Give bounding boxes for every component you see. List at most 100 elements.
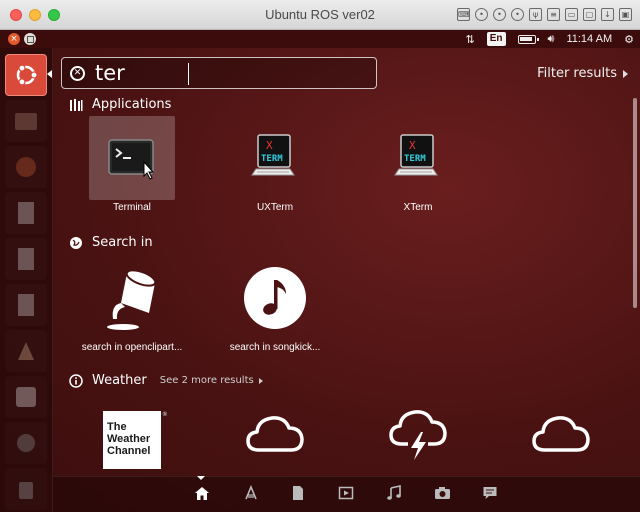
category-title: Weather [92,373,147,388]
camera-icon [434,487,450,499]
launcher-files[interactable] [5,100,47,142]
launcher-software-center[interactable] [5,330,47,372]
result-icon-frame [375,392,461,476]
volume-icon[interactable]: 🔊︎ [548,33,555,46]
result-uxterm[interactable]: X TERM UXTerm [220,116,330,213]
battery-icon[interactable] [517,34,539,44]
lens-music[interactable] [385,484,403,502]
vm-status-icons: ⌨ • • • ψ ≡ ▭ ▢ ↓ ▣ [457,8,632,21]
applications-icon [69,98,83,112]
result-icon-frame [89,256,175,340]
settings-icon[interactable]: ▣ [619,8,632,21]
result-weather-thunderstorm[interactable] [363,392,473,476]
result-icon-frame [89,116,175,200]
search-box[interactable]: ✕ [61,57,377,89]
keyboard-icon[interactable]: ⌨ [457,8,470,21]
result-weather-channel[interactable]: The Weather Channel ® [77,398,187,482]
gear-icon [17,434,35,452]
result-xterm[interactable]: X TERM XTerm [363,116,473,213]
result-icon-frame: X TERM [232,116,318,200]
lens-files[interactable] [289,484,307,502]
launcher-trash[interactable] [5,468,47,510]
result-label: search in songkick... [229,342,321,353]
text-cursor [188,63,189,85]
file-cabinet-icon [15,113,37,130]
result-icon-frame [518,392,604,476]
see-more-results-link[interactable]: See 2 more results [160,375,263,386]
filter-results-button[interactable]: Filter results [537,66,628,81]
chevron-right-icon [258,377,263,384]
filter-results-label: Filter results [537,66,617,81]
lens-home[interactable] [193,484,211,502]
result-weather-cloud-2[interactable] [506,392,616,476]
launcher-calc[interactable] [5,238,47,280]
launcher [0,48,53,512]
search-input[interactable] [95,60,365,86]
dash-home-button[interactable] [5,54,47,96]
active-lens-indicator [197,476,205,480]
optical-drive-icon[interactable]: • [493,8,506,21]
dash-maximize-button[interactable] [24,33,36,45]
result-openclipart[interactable]: search in openclipart... [77,256,187,353]
network-transfer-icon[interactable]: ⇅ [466,33,475,46]
ubuntu-top-panel: × ⇅ En 🔊︎ 11:14 AM ⚙ [0,30,640,48]
svg-text:X: X [266,139,273,152]
terminal-icon [108,139,155,180]
music-icon [387,485,401,500]
host-window-titlebar: Ubuntu ROS ver02 ⌨ • • • ψ ≡ ▭ ▢ ↓ ▣ [0,0,640,30]
mouse-icon[interactable]: • [475,8,488,21]
category-weather[interactable]: Weather See 2 more results [69,373,263,388]
launcher-active-arrow [47,70,52,78]
usb-icon[interactable]: ψ [529,8,542,21]
result-label: UXTerm [256,202,294,213]
document-icon [18,202,34,224]
display-icon[interactable]: ▢ [583,8,596,21]
launcher-system-settings[interactable] [5,422,47,464]
result-weather-cloud-1[interactable] [220,392,330,476]
result-label: Terminal [113,202,151,213]
info-icon [69,373,83,388]
system-settings-icon[interactable]: ⚙ [624,33,634,46]
category-applications[interactable]: Applications [69,97,171,112]
browser-icon [16,157,36,177]
lens-photos[interactable] [433,484,451,502]
video-icon [338,486,354,500]
launcher-writer[interactable] [5,192,47,234]
home-icon [195,487,209,500]
presentation-icon [18,294,34,316]
lens-social[interactable] [481,484,499,502]
result-songkick[interactable]: search in songkick... [220,256,330,353]
network-icon[interactable]: ≡ [547,8,560,21]
thunderstorm-icon [389,410,447,460]
lens-video[interactable] [337,484,355,502]
dash-close-button[interactable]: × [8,33,20,45]
xterm-icon: X TERM [394,134,438,176]
launcher-firefox[interactable] [5,146,47,188]
chat-bubble-icon [483,487,497,499]
lens-applications[interactable] [242,484,260,502]
keyboard-layout-indicator[interactable]: En [486,32,506,46]
category-title: Search in [92,235,153,250]
svg-text:TERM: TERM [404,154,426,164]
cloud-icon [246,416,304,452]
svg-text:TERM: TERM [261,154,283,164]
software-center-icon [18,342,34,360]
amazon-icon [16,387,36,407]
see-more-label: See 2 more results [159,375,254,386]
shared-folder-icon[interactable]: ▭ [565,8,578,21]
chevron-right-icon [623,69,628,78]
result-terminal[interactable]: Terminal [77,116,187,213]
recording-icon[interactable]: ↓ [601,8,614,21]
launcher-impress[interactable] [5,284,47,326]
svg-text:X: X [409,139,416,152]
result-icon-frame [232,392,318,476]
indicator-area: ⇅ En 🔊︎ 11:14 AM ⚙ [466,30,634,48]
scrollbar[interactable] [633,98,637,308]
category-search-in[interactable]: Search in [69,235,153,250]
globe-icon [69,236,83,250]
launcher-amazon[interactable] [5,376,47,418]
clock[interactable]: 11:14 AM [566,33,612,45]
applications-lens-icon [245,485,257,500]
clear-search-icon[interactable]: ✕ [70,66,85,81]
disk-icon[interactable]: • [511,8,524,21]
